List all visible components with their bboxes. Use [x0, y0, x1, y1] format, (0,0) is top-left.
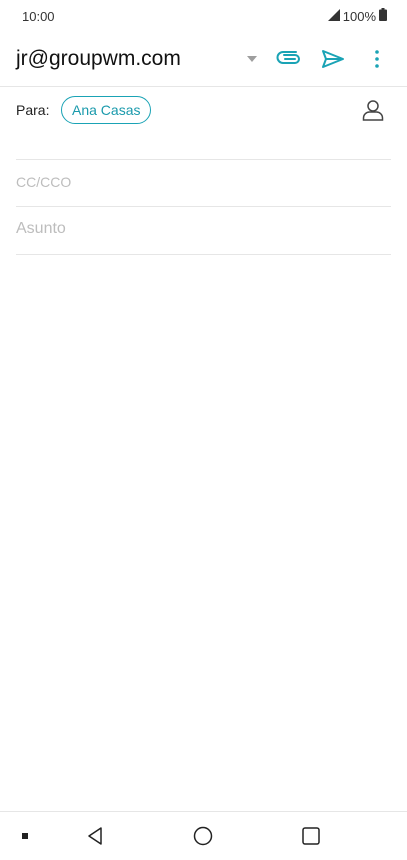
subject-field: [16, 206, 391, 254]
status-time: 10:00: [22, 9, 55, 24]
battery-icon: [379, 8, 387, 24]
subject-input[interactable]: [16, 220, 391, 238]
recipient-chip[interactable]: Ana Casas: [61, 96, 152, 124]
from-account[interactable]: jr@groupwm.com: [16, 47, 181, 71]
recent-apps-dot-icon[interactable]: [10, 812, 40, 860]
cc-field: [16, 159, 391, 207]
to-label: Para:: [16, 102, 50, 118]
dropdown-arrow-icon[interactable]: [245, 54, 259, 64]
navigation-bar: [0, 811, 407, 860]
message-body[interactable]: [16, 262, 391, 802]
battery-level: 100%: [342, 8, 376, 24]
compose-header: jr@groupwm.com: [0, 38, 407, 82]
signal-icon: [327, 8, 340, 24]
person-icon[interactable]: [360, 96, 386, 124]
status-bar: 10:00 100%: [0, 0, 407, 32]
to-row: Para: Ana Casas: [0, 87, 407, 159]
more-vert-icon[interactable]: [364, 44, 390, 74]
attachment-icon[interactable]: [274, 44, 304, 74]
status-indicators: 100%: [327, 8, 387, 24]
cc-input[interactable]: [16, 174, 391, 190]
subject-divider: [16, 254, 391, 255]
home-icon[interactable]: [188, 812, 218, 860]
send-icon[interactable]: [318, 44, 348, 74]
back-icon[interactable]: [80, 812, 110, 860]
overview-icon[interactable]: [296, 812, 326, 860]
